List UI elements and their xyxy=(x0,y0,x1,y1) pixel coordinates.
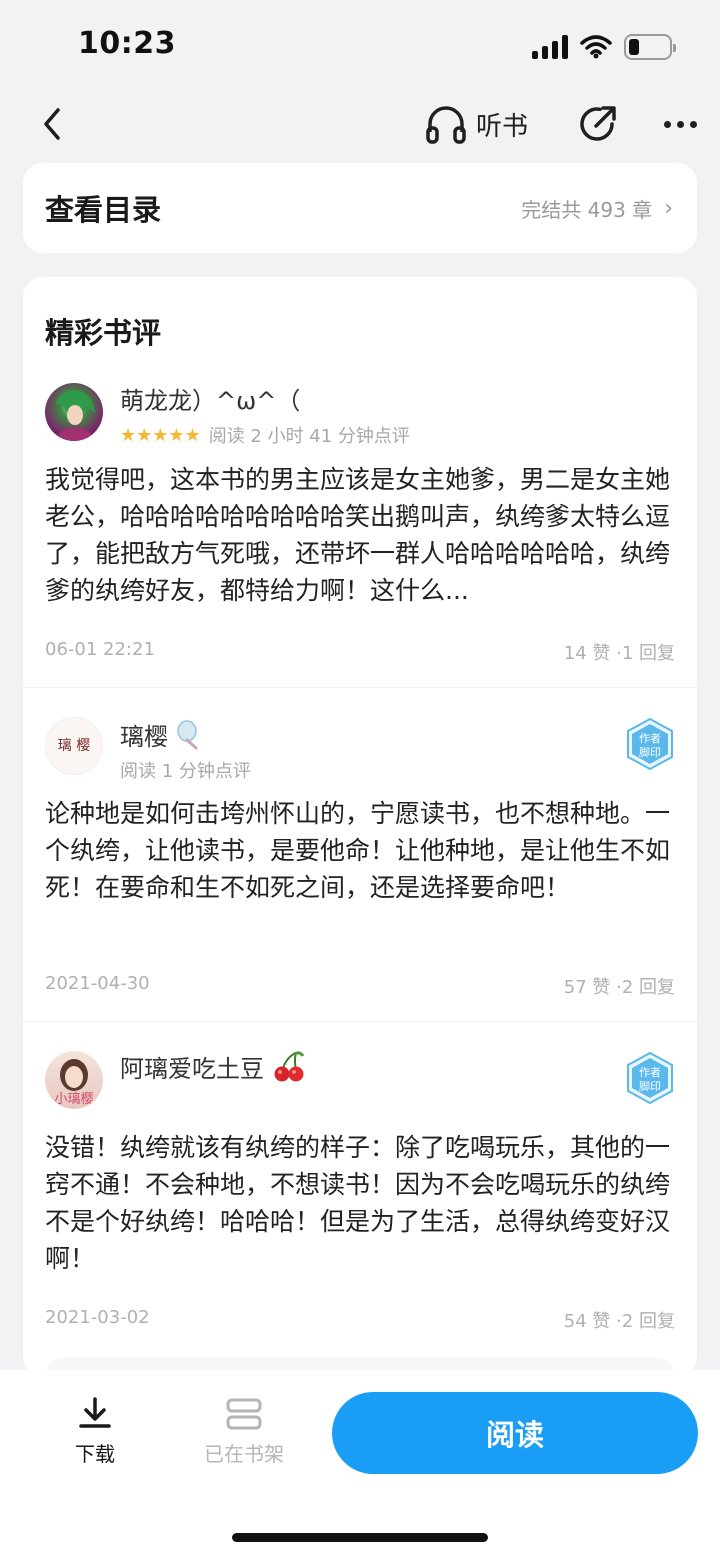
battery-icon xyxy=(624,34,676,60)
review-stats[interactable]: 14 赞 ·1 回复 xyxy=(564,639,675,665)
author-footprint-badge-icon: 作者 脚印 xyxy=(627,1051,673,1105)
username[interactable]: 萌龙龙）^ω^（ xyxy=(120,381,300,416)
review-stats[interactable]: 54 赞 ·2 回复 xyxy=(564,1307,675,1333)
chevron-right-icon: › xyxy=(664,195,673,221)
review-date: 06-01 22:21 xyxy=(45,639,155,660)
listen-button[interactable]: 听书 xyxy=(424,102,528,146)
download-button[interactable]: 下载 xyxy=(62,1396,128,1476)
more-button[interactable] xyxy=(656,100,704,148)
listen-label: 听书 xyxy=(476,111,529,142)
toc-chapter-count: 完结共 493 章 xyxy=(521,197,653,222)
status-time: 10:23 xyxy=(78,26,176,61)
cherry-icon xyxy=(274,1050,305,1081)
bookshelf-button[interactable]: 已在书架 xyxy=(194,1396,294,1476)
username[interactable]: 阿璃爱吃土豆 xyxy=(120,1049,306,1084)
wifi-icon xyxy=(580,35,612,59)
svg-text:脚印: 脚印 xyxy=(639,745,661,759)
bookshelf-label: 已在书架 xyxy=(204,1442,284,1466)
download-icon xyxy=(79,1397,111,1428)
back-button[interactable] xyxy=(30,100,74,148)
download-label: 下载 xyxy=(75,1442,115,1466)
fan-badge-icon xyxy=(177,719,198,749)
share-button[interactable] xyxy=(576,100,620,148)
svg-text:小璃樱: 小璃樱 xyxy=(54,1091,93,1107)
read-time: 阅读 1 分钟点评 xyxy=(120,761,251,782)
author-footprint-badge-icon: 作者 脚印 xyxy=(627,717,673,771)
toc-title: 查看目录 xyxy=(45,193,162,227)
review-date: 2021-04-30 xyxy=(45,973,150,994)
review-stats[interactable]: 57 赞 ·2 回复 xyxy=(564,973,675,999)
home-indicator[interactable] xyxy=(232,1533,488,1542)
bookshelf-icon xyxy=(226,1398,262,1430)
svg-text:脚印: 脚印 xyxy=(639,1079,661,1093)
username[interactable]: 璃樱 xyxy=(120,717,202,752)
toc-card[interactable]: 查看目录 完结共 493 章 › xyxy=(23,163,697,253)
avatar[interactable]: 小璃樱 xyxy=(45,1051,103,1109)
bottom-bar: 下载 已在书架 阅读 xyxy=(0,1370,720,1559)
avatar[interactable] xyxy=(45,383,103,441)
read-time: 阅读 2 小时 41 分钟点评 xyxy=(208,426,410,447)
review-text[interactable]: 我觉得吧，这本书的男主应该是女主她爹，男二是女主她老公，哈哈哈哈哈哈哈哈哈笑出鹅… xyxy=(45,461,677,609)
svg-text:作者: 作者 xyxy=(639,1066,661,1079)
divider xyxy=(23,1021,697,1022)
headphones-icon xyxy=(426,106,466,144)
svg-text:作者: 作者 xyxy=(639,732,661,745)
chevron-left-icon xyxy=(44,108,60,140)
review-meta: ★★★★★ 阅读 2 小时 41 分钟点评 xyxy=(120,422,410,448)
reviews-heading: 精彩书评 xyxy=(45,316,162,350)
divider xyxy=(23,687,697,688)
star-rating: ★★★★★ xyxy=(120,424,201,446)
more-icon xyxy=(663,120,671,128)
review-meta: 阅读 1 分钟点评 xyxy=(120,757,251,783)
read-button[interactable]: 阅读 xyxy=(332,1392,698,1474)
status-icons xyxy=(532,34,676,60)
review-text[interactable]: 没错！纨绔就该有纨绔的样子：除了吃喝玩乐，其他的一窍不通！不会种地，不想读书！因… xyxy=(45,1129,677,1277)
avatar[interactable]: 璃 樱 xyxy=(45,717,103,775)
review-text[interactable]: 论种地是如何击垮州怀山的，宁愿读书，也不想种地。一个纨绔，让他读书，是要他命！让… xyxy=(45,795,677,906)
review-date: 2021-03-02 xyxy=(45,1307,150,1328)
toc-status: 完结共 493 章 › xyxy=(521,194,673,223)
status-bar: 10:23 xyxy=(0,0,720,92)
nav-bar: 听书 xyxy=(0,92,720,156)
signal-icon xyxy=(532,35,568,59)
reviews-card: 精彩书评 萌龙龙）^ω^（ ★★★★★ 阅读 2 小时 41 分钟点评 我觉得吧… xyxy=(23,277,697,1377)
share-icon xyxy=(580,106,616,141)
